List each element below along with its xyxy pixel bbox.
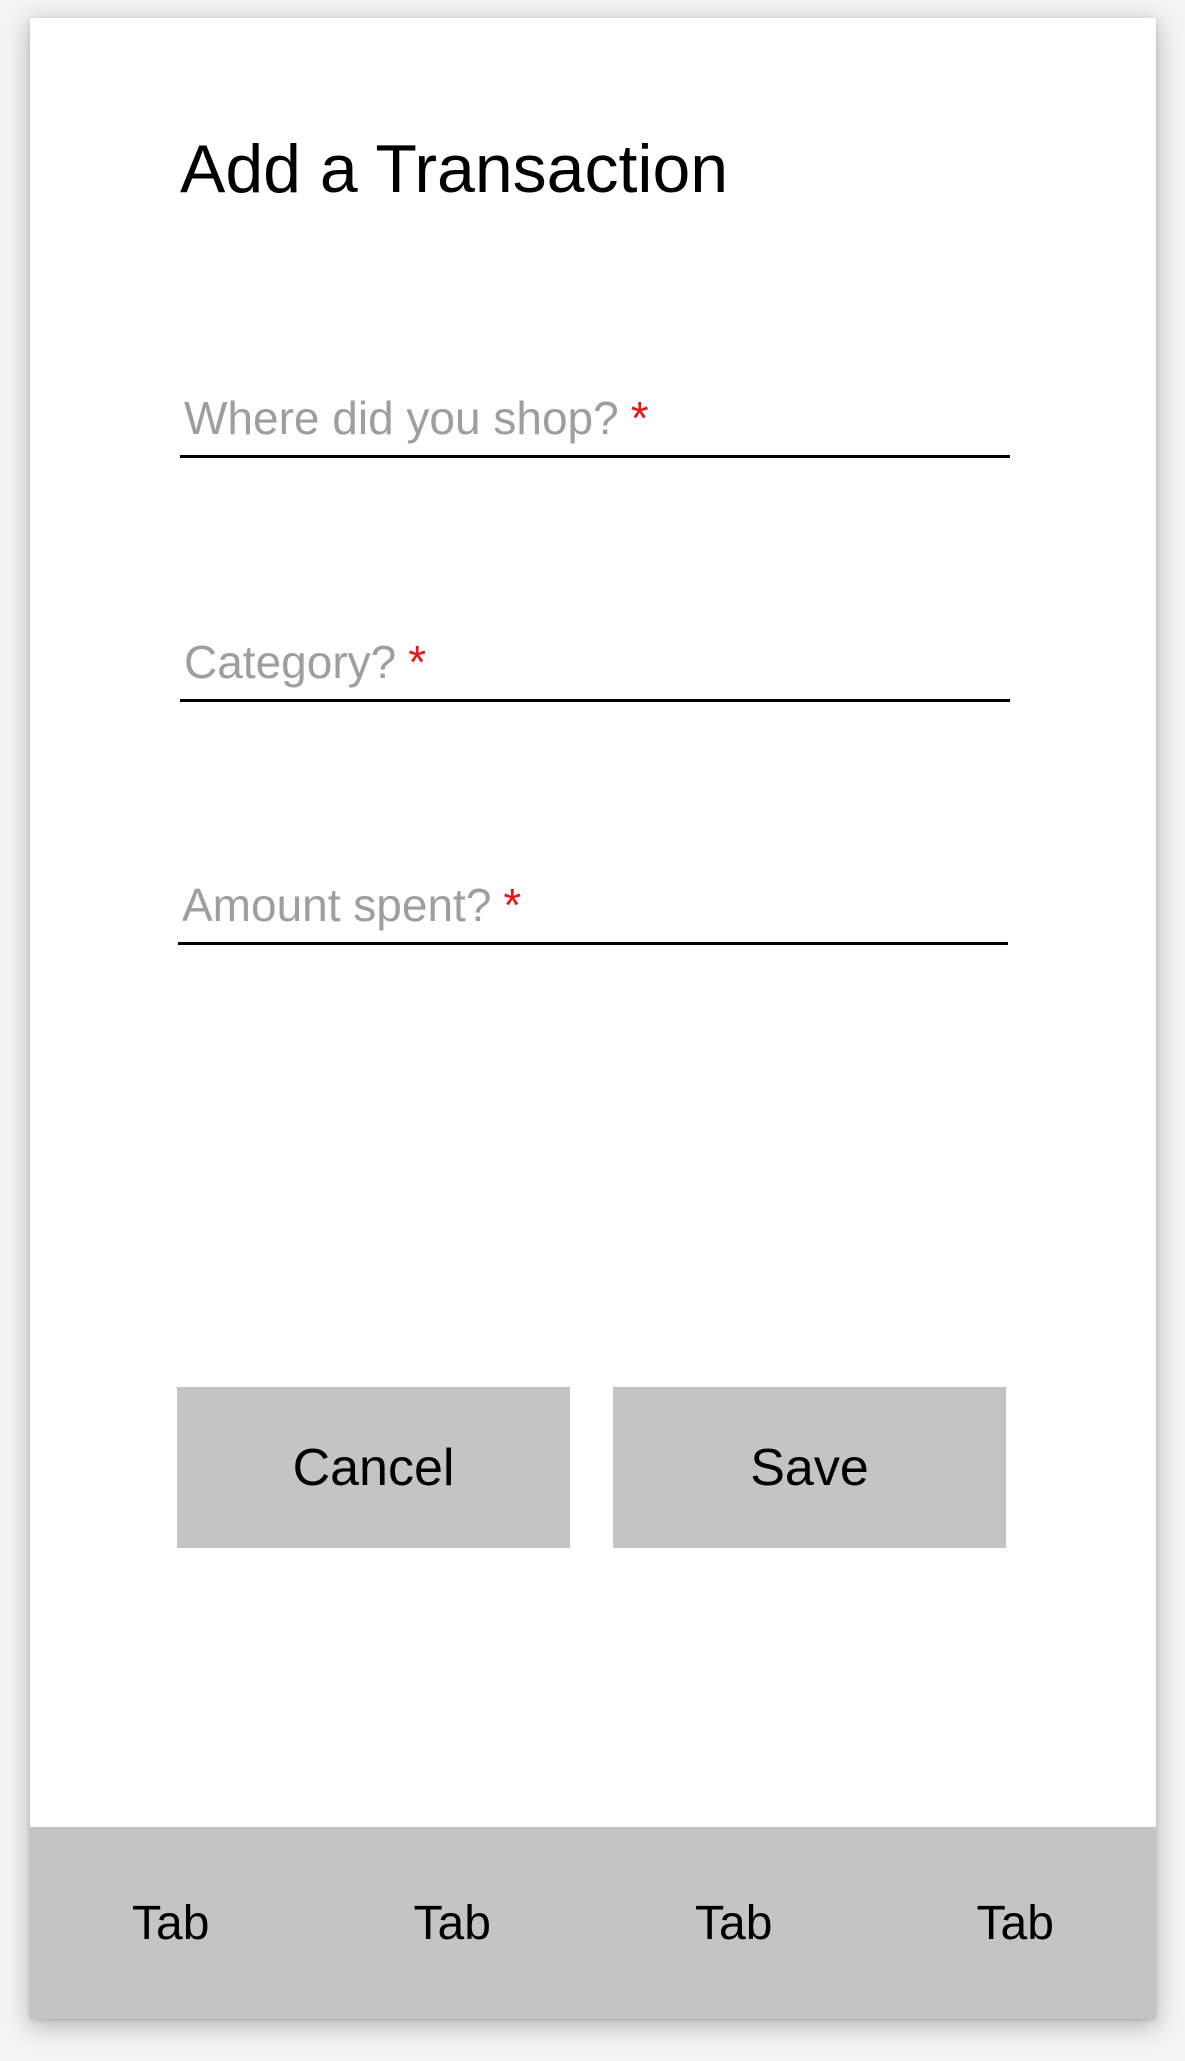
shop-field[interactable]: Where did you shop? *	[180, 385, 1010, 458]
bottom-tab-bar: Tab Tab Tab Tab	[30, 1827, 1156, 2019]
cancel-button[interactable]: Cancel	[177, 1387, 570, 1548]
category-input[interactable]	[184, 633, 974, 693]
phone-screen: Add a Transaction Where did you shop? * C…	[30, 18, 1156, 2019]
tab-1[interactable]: Tab	[30, 1827, 312, 2019]
shop-input[interactable]	[184, 389, 974, 449]
tab-2[interactable]: Tab	[312, 1827, 594, 2019]
category-field[interactable]: Category? *	[180, 629, 1010, 702]
page-title: Add a Transaction	[180, 131, 729, 207]
amount-field[interactable]: Amount spent? *	[178, 872, 1008, 945]
save-button[interactable]: Save	[613, 1387, 1006, 1548]
tab-4[interactable]: Tab	[875, 1827, 1157, 2019]
tab-3[interactable]: Tab	[593, 1827, 875, 2019]
amount-input[interactable]	[182, 876, 972, 936]
